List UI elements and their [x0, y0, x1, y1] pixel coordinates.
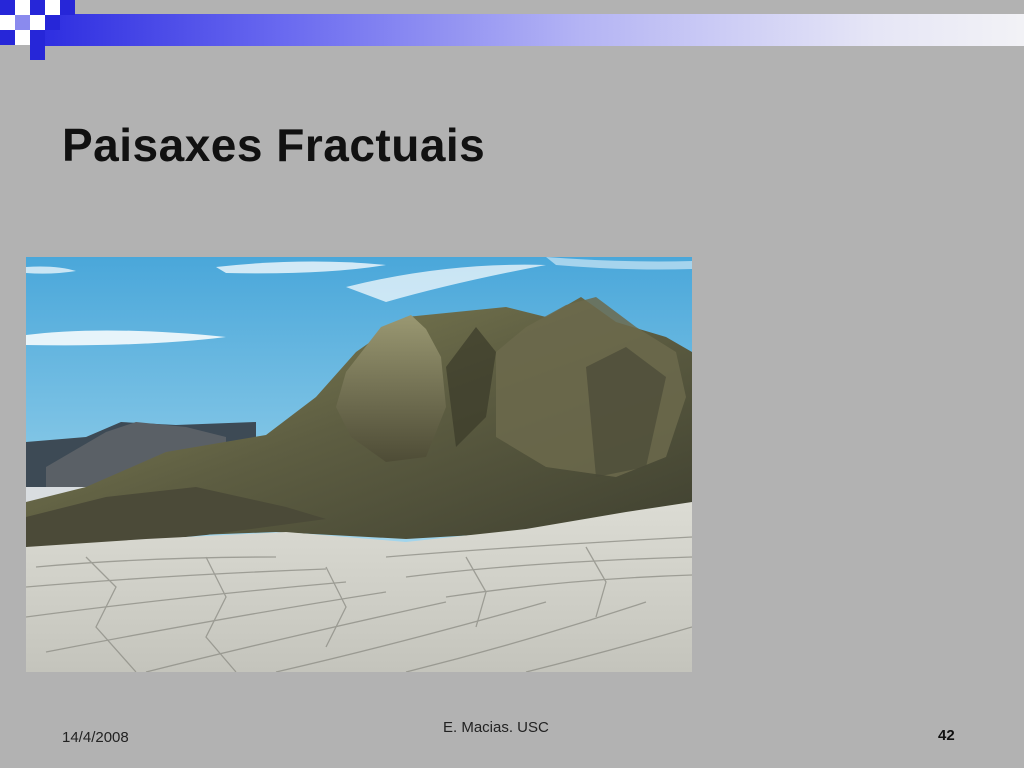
- top-decoration-bar: [0, 0, 1024, 60]
- footer-date: 14/4/2008: [62, 729, 129, 746]
- footer-page-number: 42: [938, 727, 955, 744]
- header-gradient-band: [40, 14, 1024, 46]
- footer-author: E. Macias. USC: [443, 719, 549, 736]
- fractal-landscape-image: [26, 257, 692, 672]
- slide-title: Paisaxes Fractuais: [62, 119, 486, 171]
